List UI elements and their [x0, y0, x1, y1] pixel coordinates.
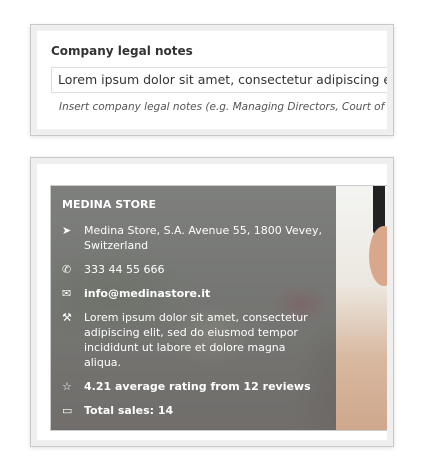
legal-notes-label: Company legal notes: [51, 44, 193, 58]
credit-card-icon: ▭: [62, 404, 73, 417]
address-line2: Switzerland: [84, 239, 149, 252]
store-description: ⚒ Lorem ipsum dolor sit amet, consectetu…: [62, 310, 336, 370]
legal-notes-card: Company legal notes Lorem ipsum dolor si…: [30, 24, 394, 136]
description-text: Lorem ipsum dolor sit amet, consectetur …: [84, 311, 308, 369]
store-name: MEDINA STORE: [62, 198, 156, 211]
location-arrow-icon: ➤: [62, 224, 72, 237]
phone-icon: ✆: [62, 263, 72, 276]
email-link[interactable]: info@medinastore.it: [84, 286, 210, 301]
store-sales: ▭ Total sales: 14: [62, 403, 336, 418]
star-icon: ☆: [62, 380, 72, 393]
sales-text: Total sales: 14: [84, 404, 174, 417]
store-preview-card: MEDINA STORE ➤ Medina Store, S.A. Avenue…: [30, 157, 394, 447]
store-rating: ☆ 4.21 average rating from 12 reviews: [62, 379, 336, 394]
legal-notes-help: Insert company legal notes (e.g. Managin…: [59, 101, 387, 113]
store-email: ✉ info@medinastore.it: [62, 286, 336, 301]
rating-text: 4.21 average rating from 12 reviews: [84, 380, 311, 393]
address-line1: Medina Store, S.A. Avenue 55, 1800 Vevey…: [84, 224, 322, 237]
legal-notes-input[interactable]: Lorem ipsum dolor sit amet, consectetur …: [51, 67, 387, 93]
store-info-overlay: MEDINA STORE ➤ Medina Store, S.A. Avenue…: [51, 186, 336, 430]
store-phone: ✆ 333 44 55 666: [62, 262, 336, 277]
envelope-icon: ✉: [62, 287, 72, 300]
store-address: ➤ Medina Store, S.A. Avenue 55, 1800 Vev…: [62, 223, 336, 253]
store-header-image: MEDINA STORE ➤ Medina Store, S.A. Avenue…: [50, 185, 387, 431]
phone-text: 333 44 55 666: [84, 263, 165, 276]
gavel-icon: ⚒: [62, 311, 72, 324]
